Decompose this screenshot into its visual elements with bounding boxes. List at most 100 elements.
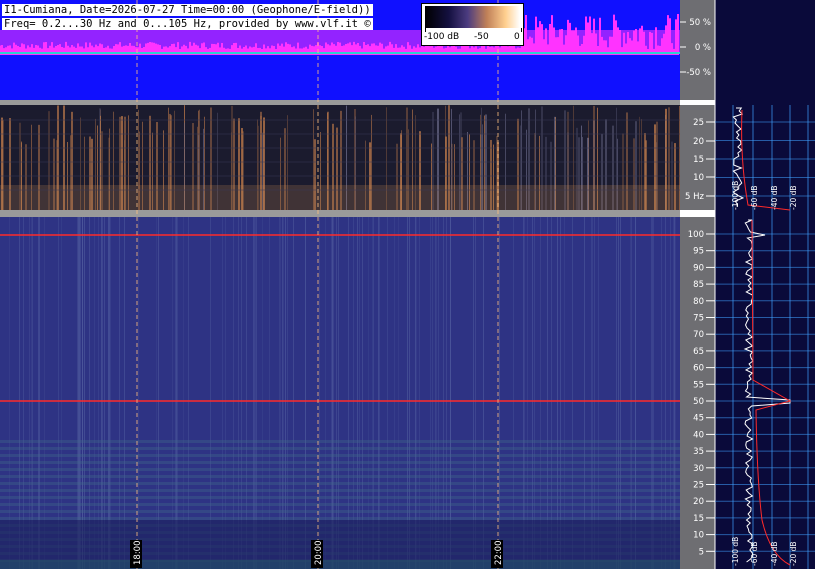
- lowfreq-tick-label: 5 Hz: [685, 192, 705, 202]
- lowfreq-tick-label: 15: [693, 155, 704, 165]
- highfreq-streak: [353, 217, 354, 569]
- amplitude-tick-label: -50 %: [686, 68, 711, 78]
- highfreq-streak: [673, 217, 674, 569]
- highfreq-streak: [616, 217, 617, 569]
- time-label: 20:00: [311, 540, 324, 568]
- highfreq-streak: [332, 217, 333, 569]
- highfreq-streak: [483, 217, 484, 569]
- highfreq-streak: [94, 217, 95, 569]
- highfreq-streak: [547, 217, 548, 569]
- highfreq-streak: [188, 217, 189, 569]
- highfreq-streak: [523, 217, 524, 569]
- highfreq-streak: [104, 217, 105, 569]
- highfreq-streak: [652, 217, 653, 569]
- color-scale-gradient: [425, 6, 520, 28]
- highfreq-streak: [319, 217, 320, 569]
- highfreq-tick-label: 55: [693, 380, 704, 390]
- highfreq-streak: [101, 217, 102, 569]
- highfreq-streak: [255, 217, 256, 569]
- highfreq-band: [0, 475, 680, 478]
- highfreq-streak: [594, 217, 595, 569]
- highfreq-streak: [110, 217, 111, 569]
- highfreq-streak: [285, 217, 286, 569]
- highfreq-streak: [499, 217, 500, 569]
- highfreq-streak: [409, 217, 410, 569]
- time-label: 22:00: [491, 540, 504, 568]
- lowfreq-floor-band: [0, 185, 680, 210]
- panel-separator-top: [0, 100, 680, 105]
- highfreq-streak: [398, 217, 399, 569]
- highfreq-tick-label: 60: [693, 364, 704, 374]
- highfreq-streak: [253, 217, 254, 569]
- highfreq-streak: [119, 217, 120, 569]
- highfreq-streak: [82, 217, 83, 569]
- highfreq-streak: [653, 217, 654, 569]
- highfreq-streak: [557, 217, 558, 569]
- header-subtitle: Freq= 0.2...30 Hz and 0...105 Hz, provid…: [2, 18, 373, 30]
- highfreq-tick-label: 10: [693, 531, 704, 541]
- spectrum-db-label: -20 dB: [789, 541, 798, 566]
- highfreq-streak: [473, 217, 474, 569]
- highfreq-tick-label: 40: [693, 430, 704, 440]
- highfreq-streak: [175, 217, 176, 569]
- highfreq-band: [0, 461, 680, 464]
- highfreq-streak: [564, 217, 565, 569]
- highfreq-tick-label: 45: [693, 414, 704, 424]
- highfreq-streak: [177, 217, 178, 569]
- highfreq-streak: [432, 217, 433, 569]
- highfreq-streak: [551, 217, 552, 569]
- highfreq-streak: [77, 217, 78, 569]
- highfreq-streak: [176, 217, 177, 569]
- time-label-text: 18:00: [133, 541, 143, 566]
- highfreq-streak: [631, 217, 632, 569]
- highfreq-streak: [675, 217, 676, 569]
- highfreq-streak: [348, 217, 349, 569]
- highfreq-streak: [620, 217, 621, 569]
- spectrogram-viewer: 50 % 0 % -50 % 25 20 15 10 5 Hz 100 95 90 85 80 75 7…: [0, 0, 815, 569]
- highfreq-band: [0, 517, 680, 520]
- highfreq-streak: [241, 217, 242, 569]
- highfreq-tick-label: 75: [693, 314, 704, 324]
- spectrum-db-label: -40 dB: [770, 541, 779, 566]
- highfreq-streak: [450, 217, 451, 569]
- highfreq-streak: [283, 217, 284, 569]
- highfreq-band: [0, 468, 680, 471]
- highfreq-streak: [38, 217, 39, 569]
- time-label-text: 22:00: [494, 541, 504, 566]
- highfreq-streak: [584, 217, 585, 569]
- highfreq-tick-label: 95: [693, 247, 704, 257]
- highfreq-streak: [378, 217, 379, 569]
- highfreq-streak: [415, 217, 416, 569]
- highfreq-streak: [23, 217, 24, 569]
- amplitude-tick-label: 50 %: [689, 18, 711, 28]
- highfreq-streak: [435, 217, 436, 569]
- highfreq-streak: [29, 217, 30, 569]
- highfreq-streak: [79, 217, 80, 569]
- header-title: I1-Cumiana, Date=2026-07-27 Time=00:00 (…: [2, 4, 373, 16]
- highfreq-tick-label: 65: [693, 347, 704, 357]
- highfreq-streak: [84, 217, 85, 569]
- highfreq-streak: [305, 217, 306, 569]
- highfreq-streak: [108, 217, 109, 569]
- highfreq-streak: [524, 217, 525, 569]
- highfreq-streak: [98, 217, 99, 569]
- color-scale-min-label: -100 dB: [424, 32, 460, 42]
- highfreq-streak: [674, 217, 675, 569]
- highfreq-streak: [262, 217, 263, 569]
- color-scale-max-label: 0: [514, 32, 520, 42]
- highfreq-streak: [89, 217, 90, 569]
- highfreq-streak: [256, 217, 257, 569]
- highfreq-streak: [534, 217, 535, 569]
- highfreq-streak: [394, 217, 395, 569]
- highfreq-streak: [44, 217, 45, 569]
- highfreq-streak: [661, 217, 662, 569]
- highfreq-streak: [419, 217, 420, 569]
- highfreq-streak: [19, 217, 20, 569]
- highfreq-streak: [443, 217, 444, 569]
- highfreq-streak: [430, 217, 431, 569]
- highfreq-band: [0, 496, 680, 499]
- amplitude-tick-label: 0 %: [695, 43, 711, 53]
- highfreq-band: [0, 440, 680, 443]
- lowfreq-tick-label: 10: [693, 173, 704, 183]
- amplitude-envelope: [0, 30, 680, 52]
